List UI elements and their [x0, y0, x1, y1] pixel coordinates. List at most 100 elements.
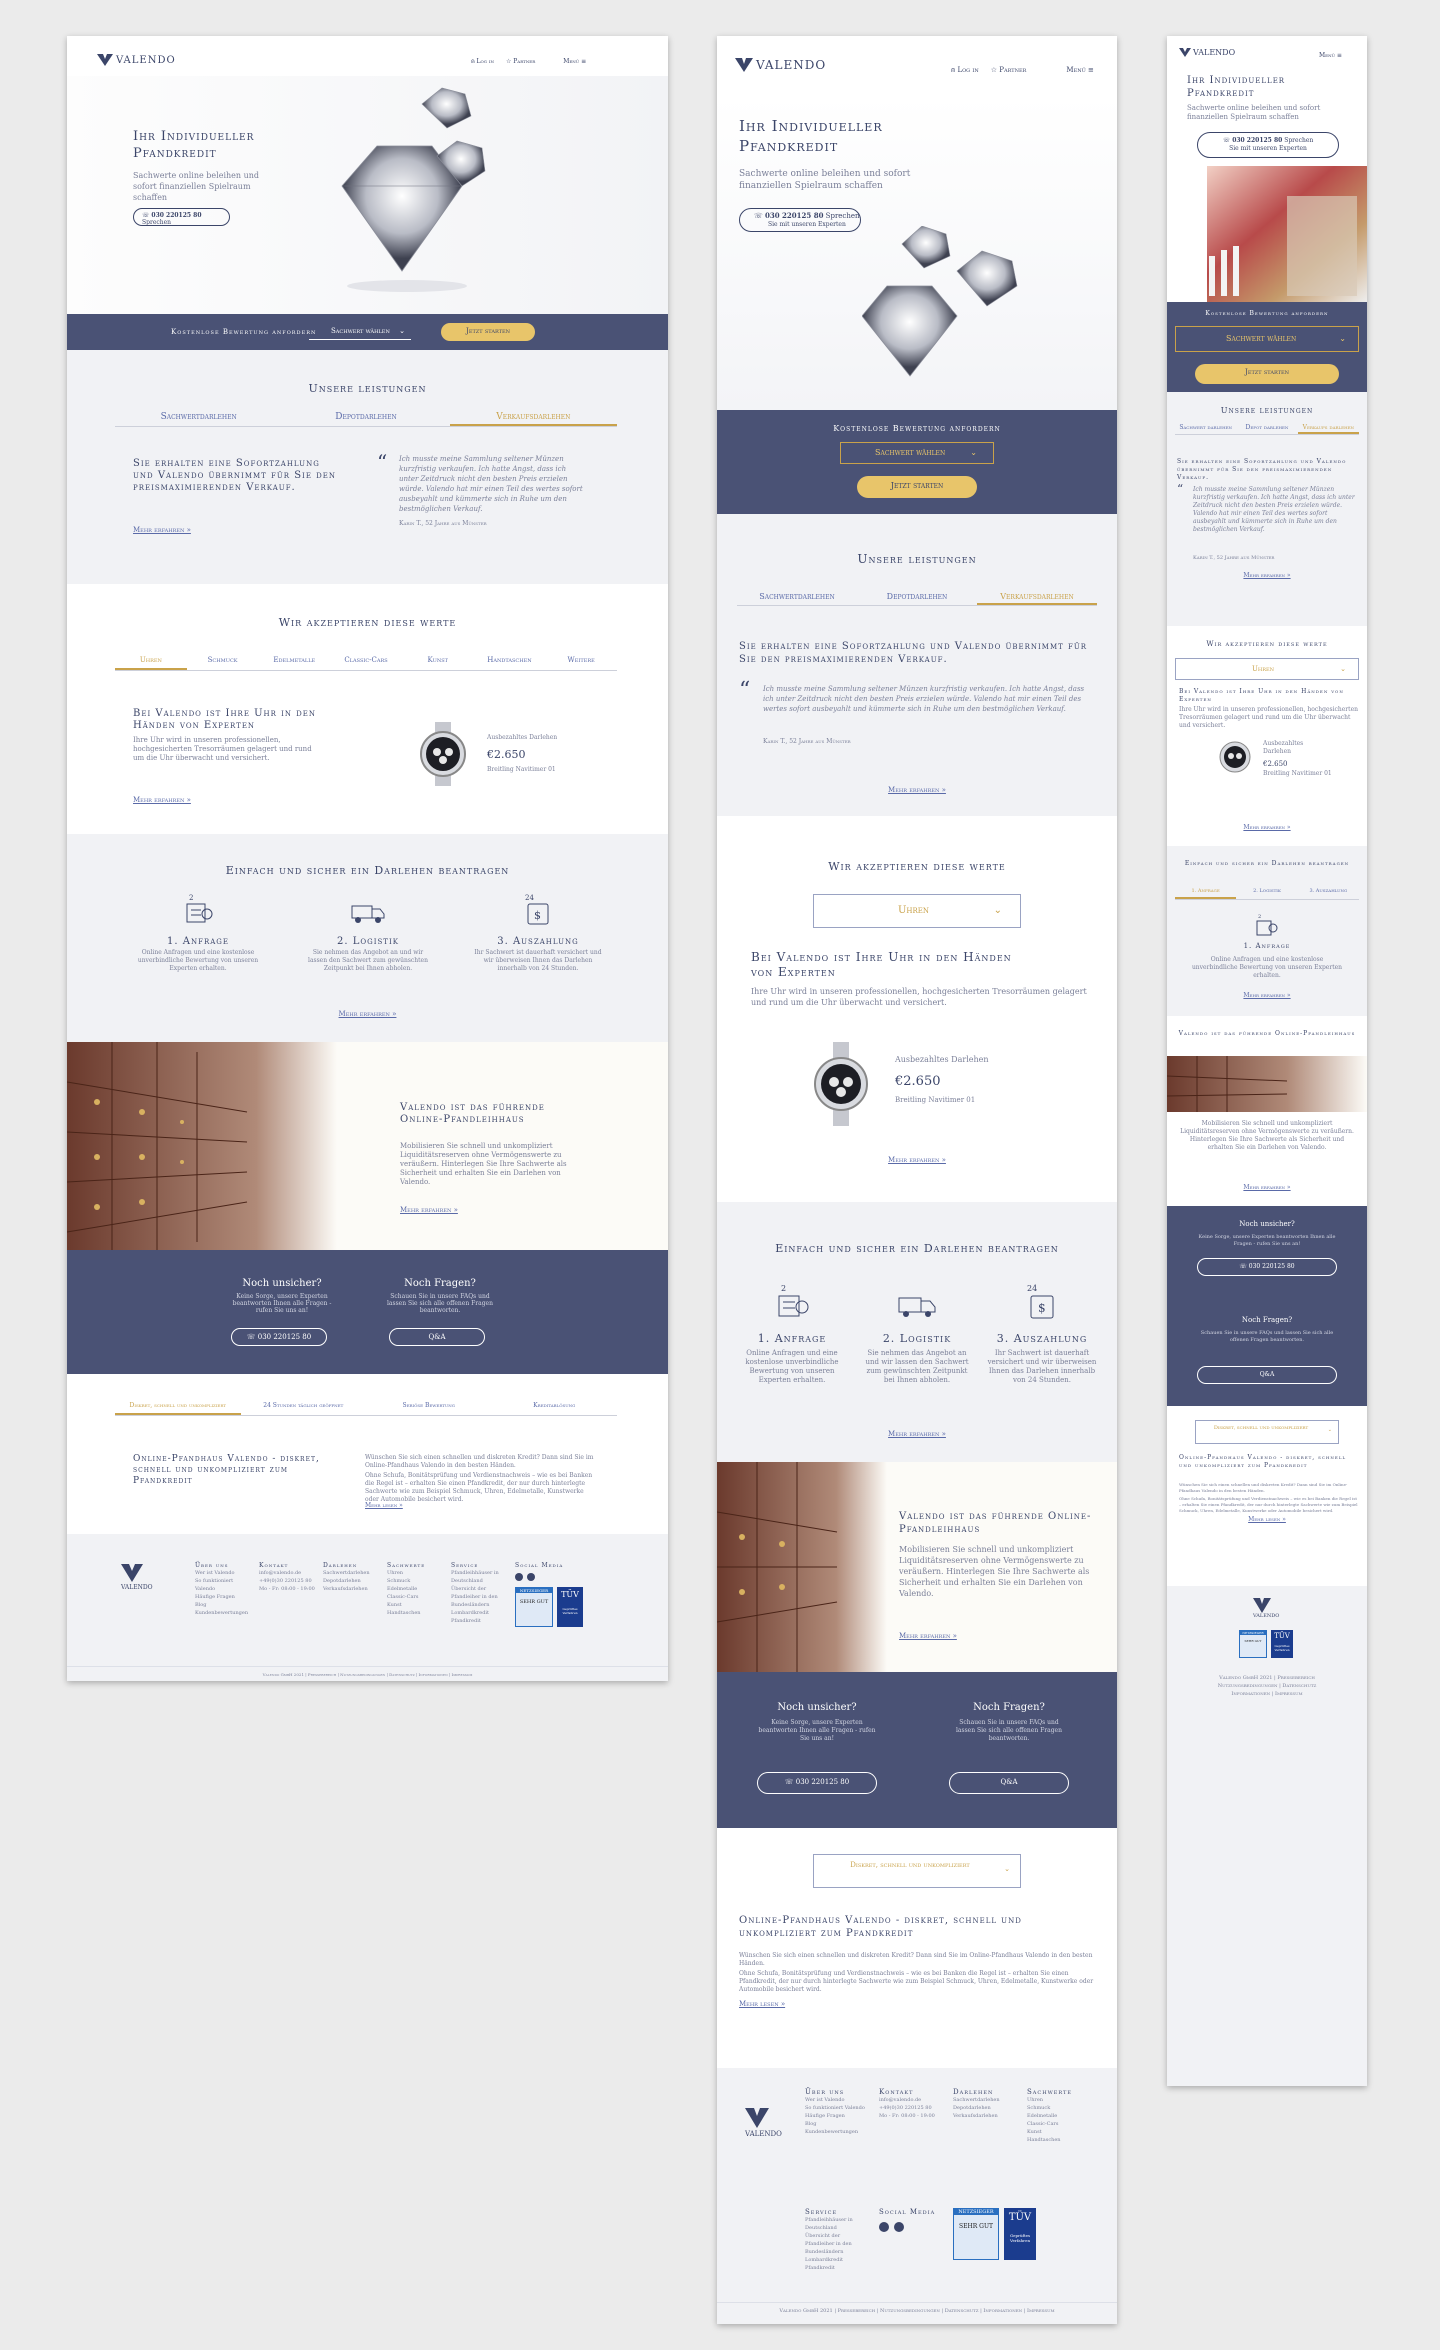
tab-uhren[interactable]: Uhren	[115, 656, 187, 670]
linkedin-icon[interactable]	[894, 2222, 904, 2232]
tab-depotdarlehen[interactable]: Depotdarlehen	[857, 592, 977, 605]
svg-text:2: 2	[781, 1284, 786, 1293]
footer-logo[interactable]: VALENDO	[1253, 1598, 1279, 1619]
contact-phone-button[interactable]: ☏ 030 220125 80	[231, 1328, 327, 1346]
start-button[interactable]: Jetzt starten	[1195, 364, 1339, 384]
values-more-link[interactable]: Mehr erfahren »	[1167, 824, 1367, 831]
tab-sachwertdarlehen[interactable]: Sachwert darlehen	[1175, 424, 1236, 434]
hamburger-icon: ≡	[1336, 52, 1342, 59]
tab-auszahlung[interactable]: 3. Auszahlung	[1298, 888, 1359, 899]
sachwert-select[interactable]: Sachwert wählen ⌄	[840, 442, 994, 464]
facebook-icon[interactable]	[515, 1573, 523, 1581]
phone-button[interactable]: ☏ 030 220125 80 Sprechen Sie mit unseren …	[739, 208, 861, 232]
quote-icon: “	[377, 450, 388, 474]
values-select[interactable]: Uhren ⌄	[1175, 658, 1359, 680]
steps-more-link[interactable]: Mehr erfahren »	[1167, 992, 1367, 999]
tab-schmuck[interactable]: Schmuck	[187, 656, 259, 670]
tab-sachwertdarlehen[interactable]: Sachwertdarlehen	[115, 412, 282, 426]
sachwert-select[interactable]: Sachwert wählen ⌄	[1175, 326, 1359, 352]
vault-image	[1167, 1056, 1367, 1112]
steps-section: Einfach und sicher ein Darlehen beantrag…	[1167, 846, 1367, 1016]
valendo-logo[interactable]: VALENDO	[1179, 48, 1235, 57]
menu-button[interactable]: Menü ≡	[563, 58, 586, 66]
facebook-icon[interactable]	[879, 2222, 889, 2232]
footer-logo[interactable]: VALENDO	[745, 2108, 782, 2138]
sachwert-select[interactable]: Sachwert wählen ⌄	[309, 324, 411, 340]
values-title: Bei Valendo ist Ihre Uhr in den Händen v…	[1179, 688, 1344, 703]
tab-classic-cars[interactable]: Classic-Cars	[330, 656, 402, 670]
seo-select[interactable]: Diskret, schnell und unkompliziert ⌄	[813, 1854, 1021, 1888]
values-more-link[interactable]: Mehr erfahren »	[133, 796, 191, 804]
footer-logo[interactable]: VALENDO	[121, 1564, 153, 1591]
seo-more-link[interactable]: Mehr lesen »	[365, 1502, 403, 1509]
qa-button[interactable]: Q&A	[389, 1328, 485, 1346]
legal-links[interactable]: Valendo GmbH 2021 | Pressebereich | Nutz…	[67, 1666, 668, 1679]
tab-depotdarlehen[interactable]: Depot darlehen	[1236, 424, 1297, 434]
menu-button[interactable]: Menü ≡	[1319, 52, 1342, 59]
menu-button[interactable]: Menü ≡	[1066, 66, 1094, 75]
valendo-logo[interactable]: VALENDO	[97, 54, 176, 66]
values-heading: Wir akzeptieren diese werte	[278, 616, 457, 629]
tab-verkaufsdarlehen[interactable]: Verkaufs darlehen	[1297, 424, 1359, 434]
watch-image	[420, 722, 466, 786]
seo-title: Online-Pfandhaus Valendo - diskret, schn…	[133, 1454, 320, 1486]
legal-links[interactable]: Valendo GmbH 2021 | Pressebereich | Nutz…	[717, 2302, 1117, 2315]
tab-sachwertdarlehen[interactable]: Sachwertdarlehen	[737, 592, 857, 605]
leading-more-link[interactable]: Mehr erfahren »	[1167, 1184, 1367, 1191]
seo-select[interactable]: Diskret, schnell und unkompliziert ⌄	[1195, 1420, 1339, 1444]
netzsieger-badge: NETZSIEGER SEHR GUT	[953, 2208, 999, 2260]
form-icon: 2	[186, 894, 213, 923]
tab-bewertung[interactable]: Seriöse Bewertung	[366, 1402, 492, 1415]
seo-more-link[interactable]: Mehr lesen »	[739, 2000, 785, 2008]
partner-link[interactable]: ☆ Partner	[991, 66, 1027, 75]
tab-verkaufsdarlehen[interactable]: Verkaufsdarlehen	[977, 592, 1097, 605]
legal-links[interactable]: Valendo GmbH 2021 | Pressebereich Nutzung…	[1167, 1674, 1367, 1698]
tab-edelmetalle[interactable]: Edelmetalle	[258, 656, 330, 670]
tab-logistik[interactable]: 2. Logistik	[1236, 888, 1297, 899]
contact-phone-button[interactable]: ☏ 030 220125 80	[757, 1772, 877, 1794]
services-more-link[interactable]: Mehr erfahren »	[133, 526, 191, 534]
partner-link[interactable]: ☆ Partner	[506, 58, 535, 66]
step-logistik: 2. Logistik Sie nehmen das Angebot an un…	[303, 892, 433, 973]
steps-more-link[interactable]: Mehr erfahren »	[717, 1430, 1117, 1438]
tab-kunst[interactable]: Kunst	[402, 656, 474, 670]
tablet-mockup: VALENDO ⍝ Log in ☆ Partner Menü ≡ Ihr In…	[717, 36, 1117, 2324]
contact-phone-button[interactable]: ☏ 030 220125 80	[1197, 1258, 1337, 1276]
values-more-link[interactable]: Mehr erfahren »	[717, 1156, 1117, 1164]
tab-depotdarlehen[interactable]: Depotdarlehen	[282, 412, 449, 426]
valendo-logo[interactable]: VALENDO	[735, 58, 826, 72]
login-link[interactable]: ⍝ Log in	[471, 58, 494, 66]
tab-weitere[interactable]: Weitere	[545, 656, 617, 670]
services-more-link[interactable]: Mehr erfahren »	[717, 786, 1117, 794]
tab-verkaufsdarlehen[interactable]: Verkaufsdarlehen	[449, 412, 617, 426]
tab-kreditabloesung[interactable]: Kreditablösung	[492, 1402, 618, 1415]
steps-heading: Einfach und sicher ein Darlehen beantrag…	[1184, 860, 1350, 867]
services-more-link[interactable]: Mehr erfahren »	[1167, 572, 1367, 579]
tab-diskret[interactable]: Diskret, schnell und unkompliziert	[115, 1402, 241, 1415]
leading-more-link[interactable]: Mehr erfahren »	[400, 1206, 458, 1214]
leading-more-link[interactable]: Mehr erfahren »	[899, 1632, 957, 1640]
login-link[interactable]: ⍝ Log in	[951, 66, 979, 75]
svg-text:24: 24	[1027, 1284, 1037, 1293]
seo-more-link[interactable]: Mehr lesen »	[1167, 1516, 1367, 1523]
start-button[interactable]: Jetzt starten	[441, 323, 535, 341]
steps-more-link[interactable]: Mehr erfahren »	[67, 1010, 668, 1018]
tab-anfrage[interactable]: 1. Anfrage	[1175, 888, 1237, 899]
phone-button[interactable]: ☏ 030 220125 80 Sprechen	[133, 208, 230, 226]
qa-button[interactable]: Q&A	[1197, 1366, 1337, 1384]
qa-button[interactable]: Q&A	[949, 1772, 1069, 1794]
start-button[interactable]: Jetzt starten	[857, 476, 977, 498]
footer-col-kontakt: Kontakt info@valendo.de +49(0)30 220125 8…	[879, 2088, 935, 2119]
linkedin-icon[interactable]	[527, 1573, 535, 1581]
valuation-label: Kostenlose Bewertung anfordern	[833, 424, 1001, 433]
tab-24-stunden[interactable]: 24 Stunden täglich geöffnet	[241, 1402, 367, 1415]
money-bag-icon: 24$	[525, 894, 549, 925]
hamburger-icon: ≡	[1088, 66, 1094, 74]
phone-button[interactable]: ☏ 030 220125 80 Sprechen Sie mit unseren …	[1197, 132, 1339, 158]
leading-title: Valendo ist das führende Online-Pfandlei…	[899, 1511, 1092, 1535]
tab-handtaschen[interactable]: Handtaschen	[474, 656, 546, 670]
footer: VALENDO Über uns Wer ist Valendo So funkt…	[67, 1534, 668, 1681]
values-select[interactable]: Uhren ⌄	[813, 894, 1021, 928]
phone-icon: ☏	[1222, 137, 1233, 144]
loan-label: Ausbezahltes Darlehen	[1263, 740, 1304, 755]
